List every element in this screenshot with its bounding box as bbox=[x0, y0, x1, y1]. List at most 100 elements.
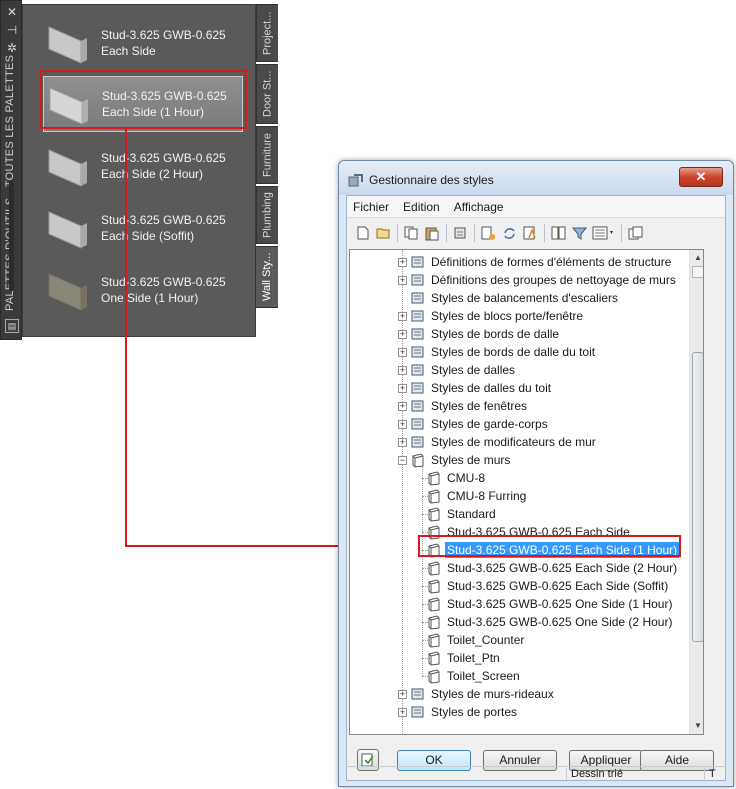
close-button[interactable]: ✕ bbox=[679, 167, 723, 187]
tab-wall-styles[interactable]: Wall Sty... bbox=[255, 246, 278, 308]
tree-item[interactable]: Standard bbox=[426, 505, 498, 523]
tree-item[interactable]: + Définitions des groupes de nettoyage de… bbox=[398, 271, 678, 289]
scroll-thumb[interactable] bbox=[692, 352, 703, 642]
expand-icon[interactable]: + bbox=[398, 329, 407, 339]
tree-item[interactable]: Stud-3.625 GWB-0.625 One Side (1 Hour) bbox=[426, 595, 674, 613]
expand-icon[interactable]: + bbox=[398, 275, 407, 285]
tree-item[interactable]: Toilet_Screen bbox=[426, 667, 522, 685]
tree-item[interactable]: + Styles de bords de dalle du toit bbox=[398, 343, 597, 361]
tree-item-label: Standard bbox=[447, 507, 496, 521]
status-sort: Dessin trié bbox=[566, 768, 704, 782]
tree-scrollbar[interactable]: ▲ ▼ bbox=[689, 250, 703, 734]
tab-plumbing[interactable]: Plumbing bbox=[256, 186, 278, 244]
wall-tool-icon bbox=[48, 211, 87, 249]
slab-icon bbox=[411, 364, 424, 376]
tree-item[interactable]: Toilet_Ptn bbox=[426, 649, 502, 667]
tree-item[interactable]: + Styles de blocs porte/fenêtre bbox=[398, 307, 585, 325]
tree-item[interactable]: Toilet_Counter bbox=[426, 631, 526, 649]
tree-item[interactable]: − Styles de murs bbox=[398, 451, 512, 469]
tab-project[interactable]: Project... bbox=[256, 4, 278, 62]
tree-item[interactable]: Stud-3.625 GWB-0.625 One Side (2 Hour) bbox=[426, 613, 674, 631]
copy-icon[interactable] bbox=[402, 224, 421, 243]
view-mode-icon[interactable] bbox=[591, 224, 617, 243]
compare-icon[interactable] bbox=[549, 224, 568, 243]
wall-style-icon bbox=[428, 651, 440, 666]
tree-item[interactable]: + Styles de dalles du toit bbox=[398, 379, 553, 397]
properties-icon[interactable]: ✲ bbox=[5, 41, 19, 55]
expand-icon[interactable]: + bbox=[398, 311, 407, 321]
palette-titlebar: ✕ ⊣ ✲ PALETTES D'OUTILS - TOUTES LES PAL… bbox=[0, 0, 22, 340]
expand-icon[interactable]: + bbox=[398, 347, 407, 357]
tree-item[interactable]: + Styles de fenêtres bbox=[398, 397, 529, 415]
tree-item[interactable]: + Styles de murs-rideaux bbox=[398, 685, 556, 703]
style-tree[interactable]: ▲ ▼ + Définitions de formes d'éléments de… bbox=[349, 249, 704, 735]
tree-item[interactable]: Stud-3.625 GWB-0.625 Each Side (Soffit) bbox=[426, 577, 670, 595]
tab-door-styles[interactable]: Door St... bbox=[256, 64, 278, 124]
menu-affichage[interactable]: Affichage bbox=[454, 200, 504, 214]
tab-furniture[interactable]: Furniture bbox=[256, 126, 278, 184]
export-icon[interactable] bbox=[626, 224, 645, 243]
tool-label: Stud-3.625 GWB-0.625 One Side (1 Hour) bbox=[101, 275, 226, 305]
wall-style-icon bbox=[428, 633, 440, 648]
expand-icon[interactable]: + bbox=[398, 419, 407, 429]
palette-grip[interactable] bbox=[9, 181, 14, 291]
tree-item-label: Stud-3.625 GWB-0.625 One Side (1 Hour) bbox=[447, 597, 673, 611]
tree-item[interactable]: + Styles de modificateurs de mur bbox=[398, 433, 598, 451]
highlight-box-palette bbox=[40, 70, 247, 129]
tree-item-label: Toilet_Counter bbox=[447, 633, 525, 647]
sync-icon[interactable] bbox=[500, 224, 519, 243]
edit-style-icon[interactable] bbox=[479, 224, 498, 243]
wall-style-icon bbox=[428, 669, 440, 684]
menu-edition[interactable]: Edition bbox=[403, 200, 440, 214]
window-icon bbox=[411, 400, 424, 412]
tool-item[interactable]: Stud-3.625 GWB-0.625 Each Side (Soffit) bbox=[43, 200, 243, 256]
new-icon[interactable] bbox=[353, 224, 372, 243]
dialog-title: Gestionnaire des styles bbox=[369, 173, 494, 187]
open-icon[interactable] bbox=[374, 224, 393, 243]
tree-item-label: Styles de murs-rideaux bbox=[431, 687, 554, 701]
pin-icon[interactable]: ⊣ bbox=[5, 23, 19, 37]
tree-item[interactable]: CMU-8 bbox=[426, 469, 487, 487]
tree-item[interactable]: CMU-8 Furring bbox=[426, 487, 528, 505]
tree-item[interactable]: + Styles de dalles bbox=[398, 361, 517, 379]
expand-icon[interactable]: + bbox=[398, 383, 407, 393]
tree-item[interactable]: Styles de balancements d'escaliers bbox=[398, 289, 620, 307]
palette-tabs: Project... Door St... Furniture Plumbing… bbox=[255, 4, 278, 316]
tree-item-label: CMU-8 bbox=[447, 471, 485, 485]
paste-icon[interactable] bbox=[423, 224, 442, 243]
tree-item[interactable]: + Styles de bords de dalle bbox=[398, 325, 561, 343]
tree-item-label: Styles de bords de dalle bbox=[431, 327, 560, 341]
expand-icon[interactable]: + bbox=[398, 365, 407, 375]
scroll-up-icon[interactable]: ▲ bbox=[690, 250, 703, 266]
close-icon[interactable]: ✕ bbox=[5, 5, 19, 19]
inspect-icon[interactable] bbox=[521, 224, 540, 243]
expand-icon[interactable]: + bbox=[398, 437, 407, 447]
tool-item[interactable]: Stud-3.625 GWB-0.625 Each Side (2 Hour) bbox=[43, 138, 243, 194]
tree-item[interactable]: + Définitions de formes d'éléments de str… bbox=[398, 253, 673, 271]
palette-content: Stud-3.625 GWB-0.625 Each Side Stud-3.62… bbox=[22, 4, 256, 337]
menu-fichier[interactable]: Fichier bbox=[353, 200, 389, 214]
tree-item[interactable]: + Styles de garde-corps bbox=[398, 415, 550, 433]
filter-icon[interactable] bbox=[570, 224, 589, 243]
expand-icon[interactable]: + bbox=[398, 401, 407, 411]
dialog-body: Fichier Edition Affichage ▲ ▼ + Définiti… bbox=[346, 195, 726, 781]
tree-item[interactable]: Stud-3.625 GWB-0.625 Each Side (2 Hour) bbox=[426, 559, 679, 577]
palette-menu-icon[interactable]: ▤ bbox=[5, 319, 19, 333]
wall-tool-icon bbox=[48, 149, 87, 187]
tree-item-label: Définitions des groupes de nettoyage de … bbox=[431, 273, 676, 287]
tree-item-label: Styles de dalles bbox=[431, 363, 516, 377]
door-window-assembly-icon bbox=[411, 310, 424, 322]
scroll-down-icon[interactable]: ▼ bbox=[690, 718, 703, 734]
tool-item[interactable]: Stud-3.625 GWB-0.625 One Side (1 Hour) bbox=[43, 262, 243, 318]
tree-item[interactable]: + Styles de portes bbox=[398, 703, 519, 721]
expand-icon[interactable]: + bbox=[398, 707, 407, 717]
collapse-icon[interactable]: − bbox=[398, 455, 407, 465]
door-icon bbox=[411, 706, 424, 718]
status-right: T bbox=[704, 768, 726, 782]
wall-style-icon bbox=[428, 507, 440, 522]
purge-icon[interactable] bbox=[451, 224, 470, 243]
highlight-box-tree bbox=[418, 535, 681, 557]
expand-icon[interactable]: + bbox=[398, 257, 407, 267]
expand-icon[interactable]: + bbox=[398, 689, 407, 699]
tool-item[interactable]: Stud-3.625 GWB-0.625 Each Side bbox=[43, 15, 243, 71]
